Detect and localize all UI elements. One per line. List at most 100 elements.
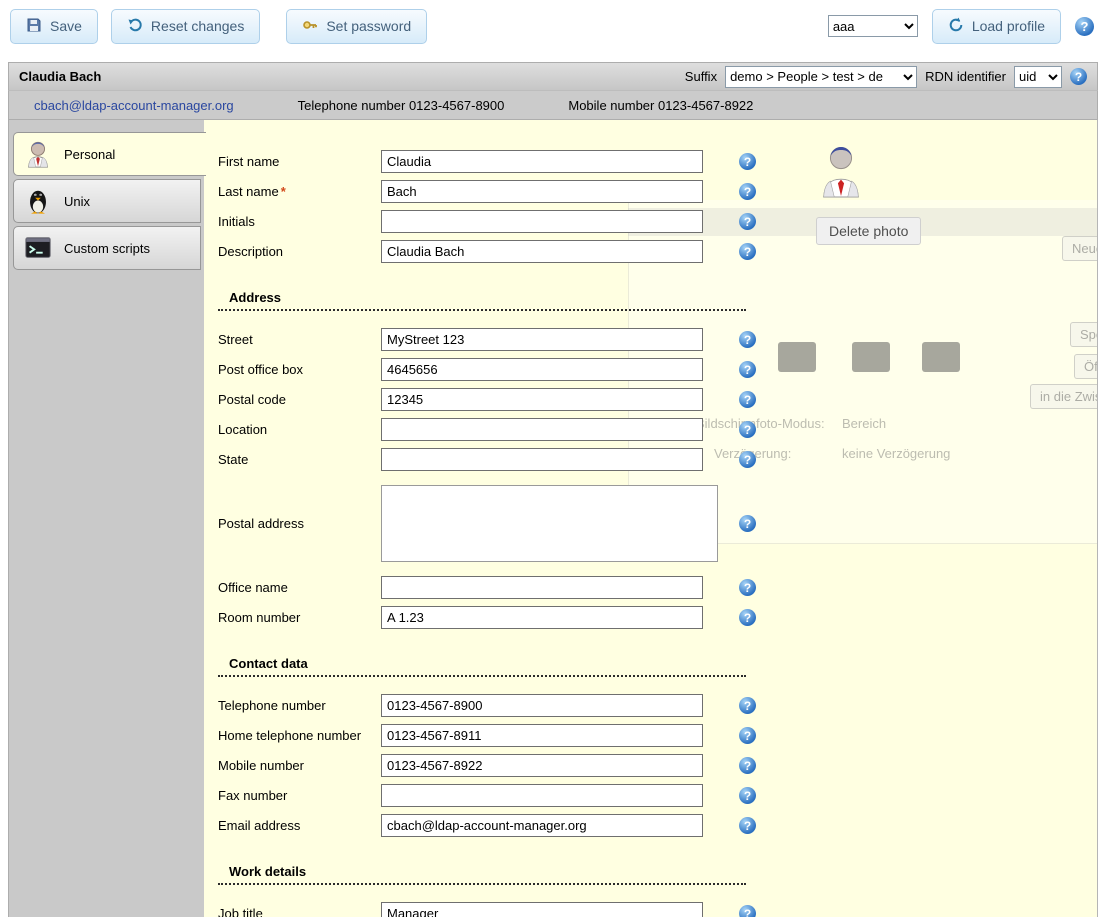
form-row: Last name* <box>218 180 778 203</box>
profile-select[interactable]: aaa <box>828 15 918 37</box>
post-office-box-input[interactable] <box>381 358 703 381</box>
form-row: Job title <box>218 902 778 917</box>
form-row: Post office box <box>218 358 778 381</box>
tab-custom-scripts[interactable]: Custom scripts <box>13 226 201 270</box>
state-label: State <box>218 452 381 467</box>
personal-form: First name Last name* Initials Descripti… <box>218 150 778 917</box>
location-input[interactable] <box>381 418 703 441</box>
form-row: Postal code <box>218 388 778 411</box>
suffix-label: Suffix <box>685 69 717 84</box>
mobile-number-label: Mobile number <box>218 758 381 773</box>
terminal-icon <box>22 232 54 264</box>
form-row: Postal address <box>218 485 778 562</box>
help-icon[interactable] <box>739 331 756 348</box>
delete-photo-button[interactable]: Delete photo <box>816 217 921 245</box>
street-label: Street <box>218 332 381 347</box>
help-icon[interactable] <box>739 697 756 714</box>
personal-tab-content: Neuer S Speich Öffne in die Zwisch Bilds… <box>204 120 1098 917</box>
rdn-identifier-label: RDN identifier <box>925 69 1006 84</box>
suffix-select[interactable]: demo > People > test > de <box>725 66 917 88</box>
post-office-box-label: Post office box <box>218 362 381 377</box>
load-profile-label: Load profile <box>972 18 1045 34</box>
job-title-input[interactable] <box>381 902 703 917</box>
user-icon <box>22 138 54 170</box>
help-icon[interactable] <box>739 515 756 532</box>
toolbar-right-group: aaa Load profile <box>828 9 1094 44</box>
last-name-input[interactable] <box>381 180 703 203</box>
home-telephone-label: Home telephone number <box>218 728 381 743</box>
help-icon[interactable] <box>739 421 756 438</box>
form-row: Room number <box>218 606 778 629</box>
telephone-input[interactable] <box>381 694 703 717</box>
photo-area: Delete photo <box>816 144 936 245</box>
form-row: Email address <box>218 814 778 837</box>
last-name-label: Last name* <box>218 184 381 199</box>
room-number-label: Room number <box>218 610 381 625</box>
fax-number-input[interactable] <box>381 784 703 807</box>
help-icon[interactable] <box>739 361 756 378</box>
help-icon[interactable] <box>739 787 756 804</box>
summary-telephone: Telephone number 0123-4567-8900 <box>298 98 505 113</box>
ghost-button-clipboard: in die Zwisch <box>1030 384 1098 409</box>
tab-personal[interactable]: Personal <box>13 132 206 176</box>
titlebar-help-icon[interactable] <box>1070 68 1087 85</box>
help-icon[interactable] <box>739 609 756 626</box>
tux-icon <box>22 185 54 217</box>
load-profile-button[interactable]: Load profile <box>932 9 1061 44</box>
toolbar-help-icon[interactable] <box>1075 17 1094 36</box>
form-row: Description <box>218 240 778 263</box>
save-icon <box>26 17 42 36</box>
initials-input[interactable] <box>381 210 703 233</box>
form-row: Street <box>218 328 778 351</box>
help-icon[interactable] <box>739 391 756 408</box>
postal-code-input[interactable] <box>381 388 703 411</box>
ghost-button-new-screenshot: Neuer S <box>1062 236 1098 261</box>
email-address-label: Email address <box>218 818 381 833</box>
help-icon[interactable] <box>739 727 756 744</box>
account-page: Claudia Bach Suffix demo > People > test… <box>8 62 1098 917</box>
description-label: Description <box>218 244 381 259</box>
form-row: Initials <box>218 210 778 233</box>
save-button[interactable]: Save <box>10 9 98 44</box>
email-address-input[interactable] <box>381 814 703 837</box>
save-button-label: Save <box>50 18 82 34</box>
ghost-button-save: Speich <box>1070 322 1098 347</box>
postal-address-textarea[interactable] <box>381 485 718 562</box>
reset-changes-label: Reset changes <box>151 18 244 34</box>
help-icon[interactable] <box>739 579 756 596</box>
street-input[interactable] <box>381 328 703 351</box>
help-icon[interactable] <box>739 757 756 774</box>
help-icon[interactable] <box>739 213 756 230</box>
office-name-label: Office name <box>218 580 381 595</box>
office-name-input[interactable] <box>381 576 703 599</box>
help-icon[interactable] <box>739 243 756 260</box>
section-header-contact: Contact data <box>218 656 746 677</box>
help-icon[interactable] <box>739 153 756 170</box>
form-row: First name <box>218 150 778 173</box>
top-toolbar: Save Reset changes Set password aaa Load… <box>0 0 1106 52</box>
help-icon[interactable] <box>739 905 756 917</box>
set-password-button[interactable]: Set password <box>286 9 427 44</box>
help-icon[interactable] <box>739 183 756 200</box>
rdn-select[interactable]: uid <box>1014 66 1062 88</box>
form-row: Home telephone number <box>218 724 778 747</box>
postal-address-label: Postal address <box>218 516 381 531</box>
reset-changes-button[interactable]: Reset changes <box>111 9 260 44</box>
first-name-input[interactable] <box>381 150 703 173</box>
ghost-button <box>922 342 960 372</box>
mobile-number-input[interactable] <box>381 754 703 777</box>
tab-unix[interactable]: Unix <box>13 179 201 223</box>
room-number-input[interactable] <box>381 606 703 629</box>
description-input[interactable] <box>381 240 703 263</box>
ghost-button <box>852 342 890 372</box>
help-icon[interactable] <box>739 817 756 834</box>
home-telephone-input[interactable] <box>381 724 703 747</box>
initials-label: Initials <box>218 214 381 229</box>
undo-icon <box>127 17 143 36</box>
form-row: Mobile number <box>218 754 778 777</box>
state-input[interactable] <box>381 448 703 471</box>
account-email-link[interactable]: cbach@ldap-account-manager.org <box>34 98 234 113</box>
set-password-label: Set password <box>326 18 411 34</box>
key-icon <box>302 17 318 36</box>
help-icon[interactable] <box>739 451 756 468</box>
